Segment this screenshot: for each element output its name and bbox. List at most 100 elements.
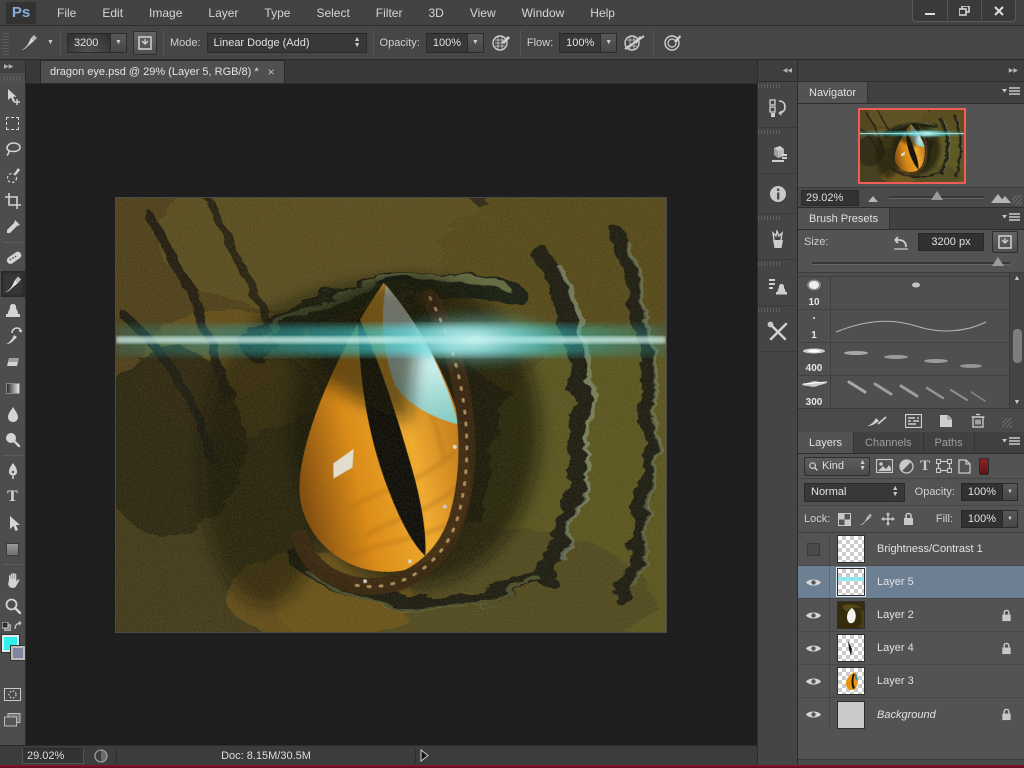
layer-row[interactable]: Brightness/Contrast 1: [798, 533, 1024, 566]
filter-smart-object-icon[interactable]: [958, 459, 971, 474]
visibility-cell[interactable]: [798, 533, 830, 565]
canvas-area[interactable]: [26, 84, 757, 745]
rectangular-marquee-tool[interactable]: [1, 110, 25, 136]
menu-view[interactable]: View: [457, 0, 509, 26]
tab-channels[interactable]: Channels: [854, 432, 923, 453]
gradient-tool[interactable]: [1, 375, 25, 401]
layer-row-selected[interactable]: Layer 5: [798, 566, 1024, 599]
lock-all-icon[interactable]: [903, 512, 914, 526]
swap-colors-icon[interactable]: [13, 621, 24, 631]
brush-row[interactable]: 1: [798, 310, 1024, 343]
navigator-zoom-slider[interactable]: [889, 196, 984, 199]
layer-thumbnail[interactable]: [837, 667, 865, 695]
panel-menu-icon[interactable]: [1002, 213, 1020, 223]
filter-kind-select[interactable]: Kind ▲▼: [804, 457, 870, 476]
blend-mode-select[interactable]: Linear Dodge (Add) ▲▼: [207, 33, 367, 53]
layer-fill-value[interactable]: 100%: [961, 510, 1003, 528]
eyedropper-tool[interactable]: [1, 214, 25, 240]
menu-filter[interactable]: Filter: [363, 0, 416, 26]
layer-row[interactable]: Layer 4: [798, 632, 1024, 665]
background-color-swatch[interactable]: [11, 646, 25, 660]
eraser-tool[interactable]: [1, 349, 25, 375]
opacity-dropdown-arrow[interactable]: ▼: [468, 33, 484, 53]
spot-healing-brush-tool[interactable]: [1, 245, 25, 271]
info-panel-button[interactable]: [758, 174, 797, 214]
filter-adjustment-icon[interactable]: [899, 459, 914, 474]
toolbar-collapse-chevron[interactable]: ▶▶: [0, 60, 25, 73]
layer-row[interactable]: Layer 3: [798, 665, 1024, 698]
brush-list-scrollbar[interactable]: ▲ ▼: [1009, 273, 1024, 408]
menu-select[interactable]: Select: [303, 0, 362, 26]
brush-size-field[interactable]: 3200 px: [918, 233, 984, 251]
layer-thumbnail[interactable]: [837, 601, 865, 629]
layer-thumbnail[interactable]: [837, 634, 865, 662]
layer-name[interactable]: Layer 4: [877, 642, 1001, 654]
3d-material-panel-button[interactable]: [758, 134, 797, 174]
navigator-proxy-view[interactable]: [858, 108, 966, 184]
zoom-tool[interactable]: [1, 593, 25, 619]
adobe-drive-icon[interactable]: [94, 749, 108, 763]
status-flyout-arrow[interactable]: [420, 749, 429, 762]
brush-size-value[interactable]: 3200: [67, 33, 111, 53]
flow-value[interactable]: 100%: [559, 33, 601, 53]
tool-presets-panel-button[interactable]: [758, 220, 797, 260]
layer-name[interactable]: Background: [877, 709, 1001, 721]
layer-row[interactable]: Layer 2: [798, 599, 1024, 632]
screen-mode-button[interactable]: [1, 707, 25, 733]
tablet-size-button[interactable]: [660, 31, 684, 55]
visibility-cell[interactable]: [798, 698, 830, 731]
history-panel-button[interactable]: [758, 88, 797, 128]
preset-manager-icon[interactable]: [905, 414, 922, 428]
minimize-button[interactable]: [913, 0, 947, 21]
zoom-in-icon[interactable]: [990, 191, 1012, 204]
quick-selection-tool[interactable]: [1, 162, 25, 188]
brush-row[interactable]: 10: [798, 277, 1024, 310]
dock-expand-chevron[interactable]: ◀◀: [758, 60, 797, 82]
menu-help[interactable]: Help: [577, 0, 628, 26]
tab-close-icon[interactable]: ×: [268, 67, 275, 77]
panel-resize-grip[interactable]: [1002, 418, 1012, 428]
toolbar-gripper[interactable]: [4, 76, 22, 81]
menu-image[interactable]: Image: [136, 0, 195, 26]
tab-paths[interactable]: Paths: [924, 432, 975, 453]
options-gripper[interactable]: [2, 31, 9, 55]
menu-file[interactable]: File: [44, 0, 89, 26]
quick-mask-button[interactable]: [1, 681, 25, 707]
filter-shape-icon[interactable]: [936, 459, 952, 473]
brush-size-slider[interactable]: [812, 262, 1010, 265]
rectangle-shape-tool[interactable]: [1, 536, 25, 562]
brush-tool[interactable]: [1, 271, 25, 297]
pen-tool[interactable]: [1, 458, 25, 484]
default-colors-icon[interactable]: [2, 622, 11, 631]
scrollbar-thumb[interactable]: [1013, 329, 1022, 363]
filter-type-icon[interactable]: T: [920, 458, 930, 475]
zoom-out-icon[interactable]: [867, 193, 883, 203]
layer-name[interactable]: Brightness/Contrast 1: [877, 543, 1024, 555]
dodge-tool[interactable]: [1, 427, 25, 453]
crop-tool[interactable]: [1, 188, 25, 214]
layer-name[interactable]: Layer 3: [877, 675, 1024, 687]
delete-brush-icon[interactable]: [971, 413, 985, 428]
visibility-cell[interactable]: [798, 566, 830, 598]
layer-name[interactable]: Layer 2: [877, 609, 1001, 621]
menu-3d[interactable]: 3D: [415, 0, 456, 26]
tools-extra-panel-button[interactable]: [758, 312, 797, 352]
menu-edit[interactable]: Edit: [89, 0, 136, 26]
tab-layers[interactable]: Layers: [798, 432, 854, 453]
type-tool[interactable]: T: [1, 484, 25, 510]
layer-blend-mode-select[interactable]: Normal ▲▼: [804, 483, 905, 502]
layer-thumbnail[interactable]: [837, 568, 865, 596]
toggle-brush-panel-button[interactable]: [992, 231, 1018, 253]
fill-dropdown-arrow[interactable]: ▼: [1003, 510, 1018, 528]
close-button[interactable]: [981, 0, 1015, 21]
new-brush-icon[interactable]: [939, 414, 954, 428]
restore-button[interactable]: [947, 0, 981, 21]
path-selection-tool[interactable]: [1, 510, 25, 536]
lock-transparency-icon[interactable]: [838, 513, 851, 526]
opacity-value[interactable]: 100%: [426, 33, 468, 53]
flow-dropdown-arrow[interactable]: ▼: [601, 33, 617, 53]
scroll-up-arrow[interactable]: ▲: [1014, 275, 1021, 282]
filter-toggle-switch[interactable]: [979, 458, 989, 475]
slider-thumb[interactable]: [931, 191, 943, 200]
menu-window[interactable]: Window: [509, 0, 578, 26]
